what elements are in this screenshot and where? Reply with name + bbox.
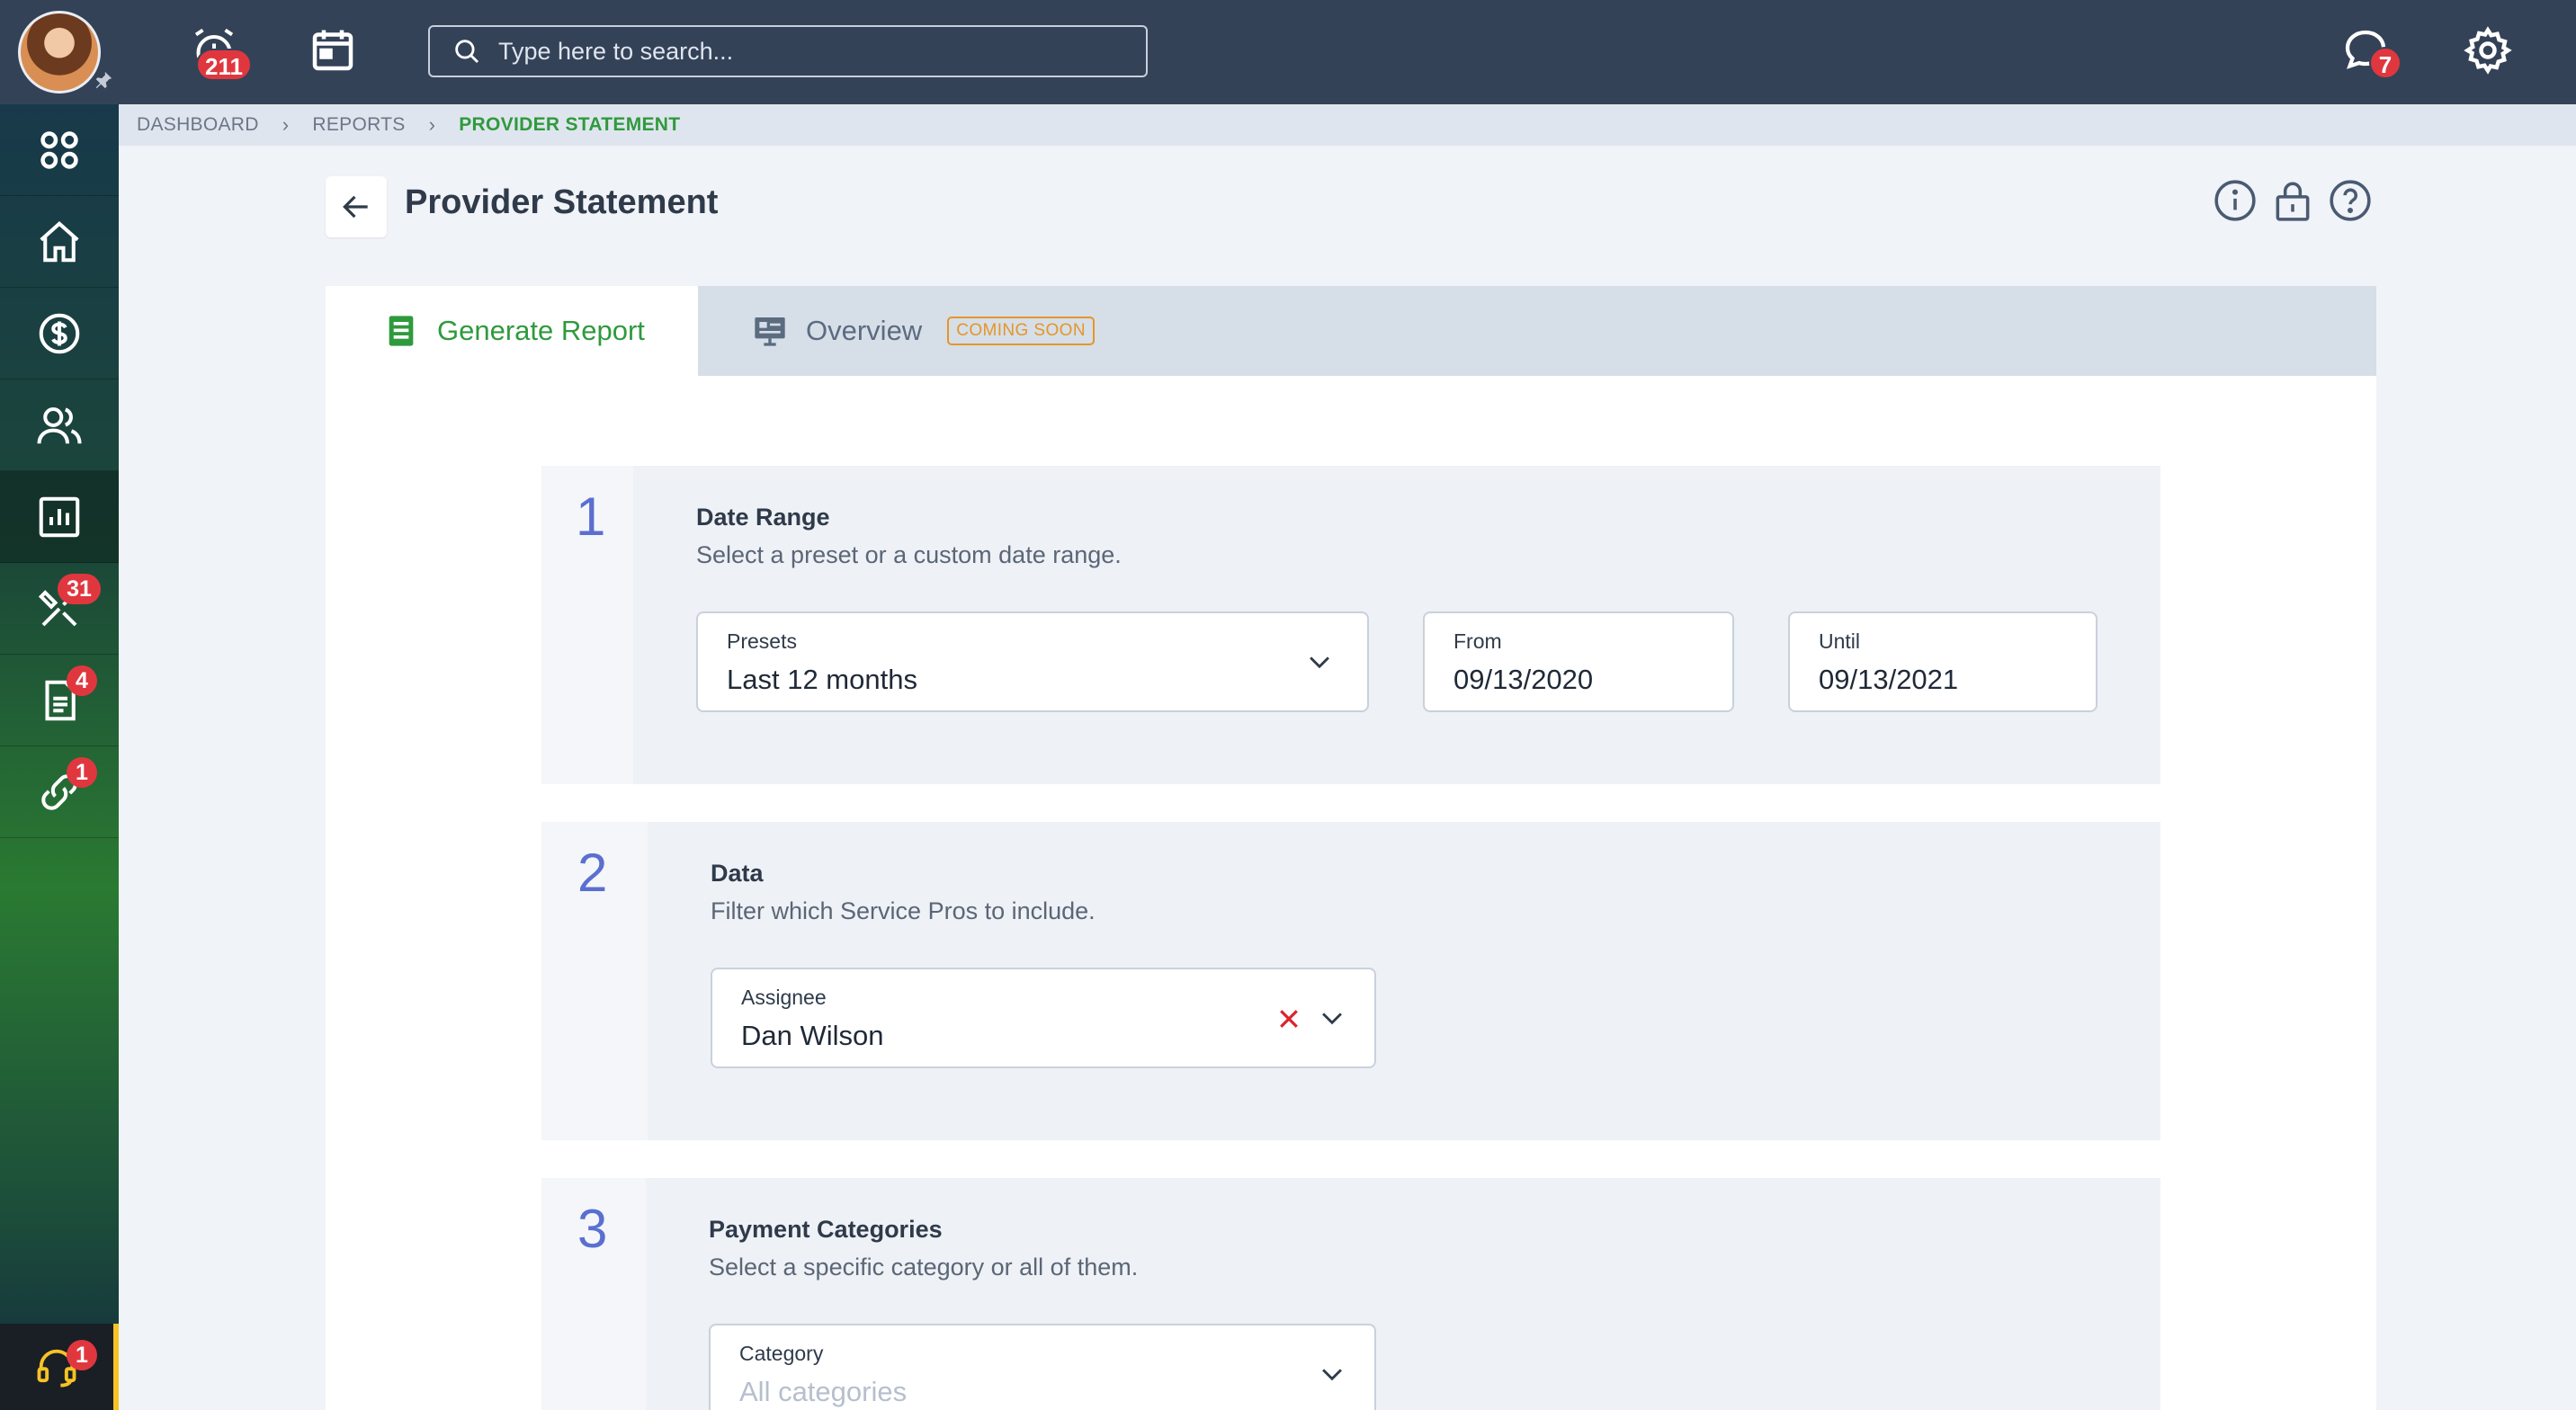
sidebar-item-integrations[interactable]: 1 xyxy=(0,746,119,838)
chevron-right-icon: › xyxy=(428,113,436,136)
step-title: Date Range xyxy=(696,504,830,531)
chevron-down-icon xyxy=(1322,1369,1342,1381)
users-icon xyxy=(37,406,82,443)
category-select[interactable]: Category All categories xyxy=(709,1324,1376,1410)
category-placeholder: All categories xyxy=(739,1376,908,1407)
lock-icon[interactable] xyxy=(2270,178,2315,223)
step-date-range: 1 Date Range Select a preset or a custom… xyxy=(541,466,2160,784)
clear-x-icon[interactable] xyxy=(1275,1005,1302,1032)
settings-button[interactable] xyxy=(2461,23,2515,77)
step-number: 3 xyxy=(577,1199,608,1259)
info-icon[interactable] xyxy=(2213,178,2258,223)
arrow-left-icon xyxy=(343,195,368,219)
tab-overview[interactable]: Overview COMING SOON xyxy=(698,286,1238,376)
sidebar-item-apps[interactable] xyxy=(0,104,119,196)
alarm-button[interactable]: 211 xyxy=(187,23,252,81)
from-label: From xyxy=(1453,629,1502,653)
presets-value: Last 12 months xyxy=(727,664,917,695)
category-label: Category xyxy=(739,1342,824,1365)
back-button[interactable] xyxy=(326,176,387,237)
dollar-icon xyxy=(39,313,80,353)
support-badge: 1 xyxy=(67,1340,97,1370)
presets-select[interactable]: Presets Last 12 months xyxy=(696,611,1369,712)
report-card: Generate Report Overview COMING SOON 1 D… xyxy=(326,286,2376,1410)
step-title: Payment Categories xyxy=(709,1216,943,1243)
chat-badge: 7 xyxy=(2369,47,2402,79)
search-bar[interactable] xyxy=(428,25,1148,77)
step-title: Data xyxy=(711,860,764,887)
pin-icon xyxy=(95,71,112,89)
chevron-down-icon xyxy=(1322,1013,1342,1025)
assignee-value: Dan Wilson xyxy=(741,1020,884,1051)
breadcrumb-provider-statement: PROVIDER STATEMENT xyxy=(459,114,681,135)
home-icon xyxy=(40,220,79,262)
tools-badge: 31 xyxy=(58,574,101,604)
integrations-badge: 1 xyxy=(67,757,97,788)
alarm-badge: 211 xyxy=(196,49,252,81)
sidebar-item-documents[interactable]: 4 xyxy=(0,655,119,746)
sidebar-item-reports[interactable] xyxy=(0,471,119,563)
chevron-right-icon: › xyxy=(282,113,290,136)
spreadsheet-icon xyxy=(389,316,414,346)
support-button[interactable]: 1 xyxy=(0,1324,119,1410)
from-value: 09/13/2020 xyxy=(1453,664,1594,695)
reports-chart-icon xyxy=(39,496,80,537)
step-description: Filter which Service Pros to include. xyxy=(711,897,1096,924)
step-number: 2 xyxy=(577,843,608,903)
tab-bar: Generate Report Overview COMING SOON xyxy=(326,286,2376,376)
presentation-icon xyxy=(755,317,785,346)
step-description: Select a specific category or all of the… xyxy=(709,1254,1139,1281)
search-icon xyxy=(455,40,479,64)
step-data: 2 Data Filter which Service Pros to incl… xyxy=(541,822,2160,1140)
sidebar-item-tools[interactable]: 31 xyxy=(0,563,119,655)
step-description: Select a preset or a custom date range. xyxy=(696,541,1122,568)
search-input[interactable] xyxy=(498,37,1128,66)
gear-icon xyxy=(2464,26,2512,75)
assignee-label: Assignee xyxy=(741,986,827,1009)
step-number: 1 xyxy=(576,486,606,547)
breadcrumb: DASHBOARD › REPORTS › PROVIDER STATEMENT xyxy=(119,104,2576,146)
tab-generate-report[interactable]: Generate Report xyxy=(326,286,698,376)
assignee-select[interactable]: Assignee Dan Wilson xyxy=(711,968,1376,1068)
coming-soon-badge: COMING SOON xyxy=(947,317,1095,345)
user-avatar[interactable] xyxy=(18,11,101,94)
documents-badge: 4 xyxy=(67,665,97,696)
breadcrumb-reports[interactable]: REPORTS xyxy=(312,114,405,136)
page-title: Provider Statement xyxy=(405,183,719,221)
tab-overview-label: Overview xyxy=(806,315,923,346)
from-date-field[interactable]: From 09/13/2020 xyxy=(1423,611,1734,712)
until-date-field[interactable]: Until 09/13/2021 xyxy=(1788,611,2097,712)
chevron-down-icon xyxy=(1310,656,1329,669)
apps-grid-icon xyxy=(40,130,78,169)
until-label: Until xyxy=(1819,629,1861,653)
sidebar-item-users[interactable] xyxy=(0,379,119,471)
presets-label: Presets xyxy=(727,629,797,653)
help-icon[interactable] xyxy=(2328,178,2373,223)
sidebar-item-billing[interactable] xyxy=(0,288,119,379)
sidebar: 31 4 1 xyxy=(0,104,119,1410)
step-payment-categories: 3 Payment Categories Select a specific c… xyxy=(541,1178,2160,1410)
sidebar-item-home[interactable] xyxy=(0,196,119,288)
chat-button[interactable]: 7 xyxy=(2339,23,2402,79)
top-bar: 211 7 xyxy=(0,0,2576,104)
until-value: 09/13/2021 xyxy=(1819,664,1959,695)
calendar-icon xyxy=(312,30,353,71)
calendar-button[interactable] xyxy=(306,23,360,77)
breadcrumb-dashboard[interactable]: DASHBOARD xyxy=(137,114,259,136)
tab-generate-label: Generate Report xyxy=(437,315,645,346)
